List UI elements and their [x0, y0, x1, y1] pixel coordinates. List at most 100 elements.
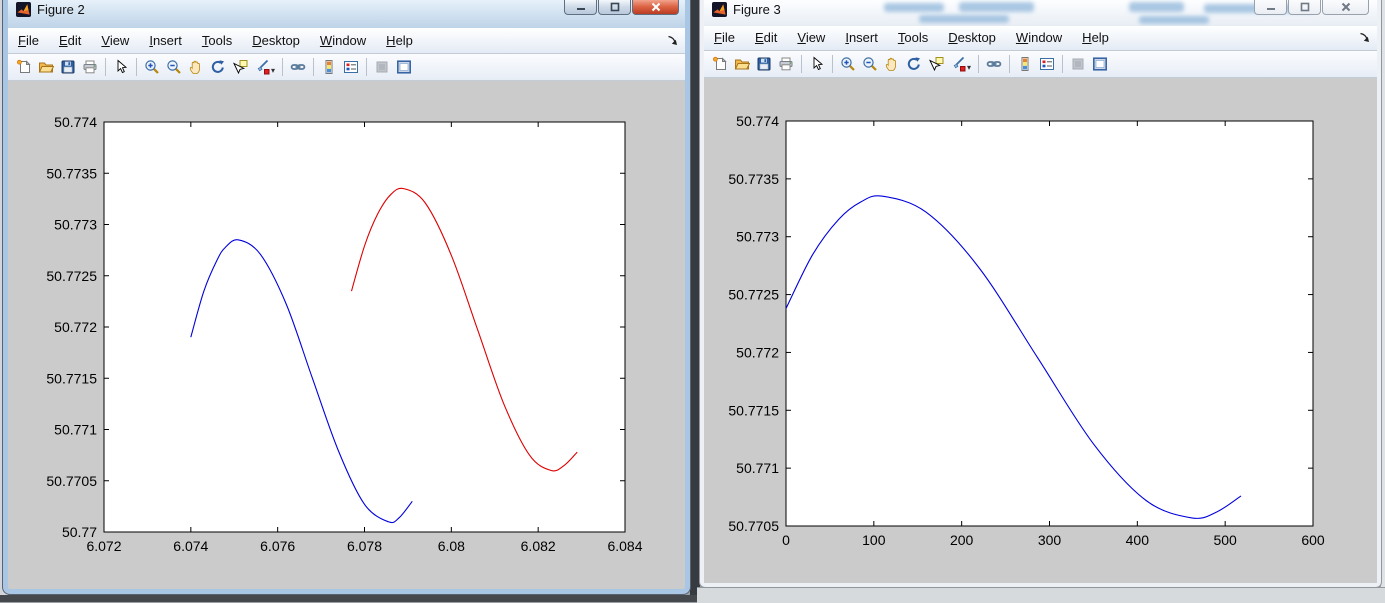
open-file-button[interactable]	[35, 56, 57, 78]
insert-colorbar-icon	[1017, 56, 1033, 72]
open-file-button[interactable]	[731, 53, 753, 75]
zoom-out-button[interactable]	[163, 56, 185, 78]
menu-window[interactable]: Window	[310, 29, 376, 53]
brush-dropdown-caret-icon[interactable]: ▾	[967, 63, 971, 72]
x-tick-label: 6.084	[607, 538, 642, 554]
window-title: Figure 2	[37, 2, 85, 18]
insert-legend-button[interactable]	[340, 56, 362, 78]
show-plot-tools-icon	[396, 59, 412, 75]
show-plot-tools-button[interactable]	[393, 56, 415, 78]
data-cursor-button[interactable]	[229, 56, 251, 78]
minimize-button[interactable]	[1254, 0, 1287, 15]
brush-data-icon	[950, 56, 966, 72]
menu-edit[interactable]: Edit	[745, 26, 787, 50]
insert-colorbar-button[interactable]	[1014, 53, 1036, 75]
zoom-in-button[interactable]	[141, 56, 163, 78]
open-file-icon	[734, 56, 750, 72]
x-tick-label: 200	[950, 532, 974, 548]
insert-colorbar-icon	[321, 59, 337, 75]
y-tick-label: 50.774	[54, 114, 97, 130]
print-figure-button[interactable]	[79, 56, 101, 78]
link-plot-button[interactable]	[983, 53, 1005, 75]
menu-view[interactable]: View	[787, 26, 835, 50]
y-tick-label: 50.7725	[46, 268, 97, 284]
figure2-titlebar[interactable]: Figure 2	[8, 0, 685, 28]
new-figure-button[interactable]	[709, 53, 731, 75]
y-tick-label: 50.7705	[46, 473, 97, 489]
rotate-3d-button[interactable]	[207, 56, 229, 78]
brush-dropdown-caret-icon[interactable]: ▾	[271, 66, 275, 75]
menu-tools[interactable]: Tools	[192, 29, 242, 53]
x-tick-label: 6.074	[173, 538, 208, 554]
pan-button[interactable]	[185, 56, 207, 78]
zoom-in-button[interactable]	[837, 53, 859, 75]
save-figure-button[interactable]	[753, 53, 775, 75]
menu-help[interactable]: Help	[1072, 26, 1119, 50]
new-figure-button[interactable]	[13, 56, 35, 78]
menu-window[interactable]: Window	[1006, 26, 1072, 50]
minimize-button[interactable]	[564, 0, 597, 15]
toolbar-separator	[832, 55, 833, 73]
save-figure-button[interactable]	[57, 56, 79, 78]
y-tick-label: 50.773	[54, 217, 97, 233]
edit-plot-button[interactable]	[806, 53, 828, 75]
glass-reflection	[884, 3, 944, 12]
matlab-logo-icon	[16, 2, 31, 17]
maximize-icon	[1298, 2, 1312, 12]
maximize-button[interactable]	[1288, 0, 1321, 15]
menu-desktop[interactable]: Desktop	[938, 26, 1006, 50]
background-strip-bottom-right	[697, 587, 1385, 603]
data-cursor-button[interactable]	[925, 53, 947, 75]
close-button[interactable]	[1322, 0, 1369, 15]
plot-area[interactable]: 010020030040050060050.770550.77150.77155…	[704, 78, 1377, 583]
menu-file[interactable]: File	[8, 29, 49, 53]
menu-desktop[interactable]: Desktop	[242, 29, 310, 53]
menu-tools[interactable]: Tools	[888, 26, 938, 50]
background-strip-bottom-left	[0, 595, 697, 602]
figure3-window: Figure 3 FileEditViewInsertToolsDesktopW…	[700, 0, 1381, 587]
glass-reflection	[1139, 16, 1209, 24]
background-sliver-right	[1381, 0, 1385, 602]
save-figure-icon	[756, 56, 772, 72]
zoom-out-icon	[166, 59, 182, 75]
desktop-gap-between-windows	[690, 0, 700, 602]
menu-insert[interactable]: Insert	[139, 29, 192, 53]
insert-colorbar-button[interactable]	[318, 56, 340, 78]
toolbar-separator	[978, 55, 979, 73]
zoom-out-button[interactable]	[859, 53, 881, 75]
rotate-3d-icon	[906, 56, 922, 72]
y-tick-label: 50.771	[54, 422, 97, 438]
maximize-icon	[608, 2, 622, 12]
dock-figure-arrow-icon[interactable]	[667, 35, 679, 47]
close-button[interactable]	[632, 0, 679, 15]
show-plot-tools-button[interactable]	[1089, 53, 1111, 75]
plot-box	[786, 121, 1313, 526]
menu-file[interactable]: File	[704, 26, 745, 50]
toolbar-separator	[366, 58, 367, 76]
toolbar-separator	[801, 55, 802, 73]
edit-plot-button[interactable]	[110, 56, 132, 78]
dock-figure-arrow-icon[interactable]	[1359, 32, 1371, 44]
brush-data-button[interactable]	[947, 53, 969, 75]
rotate-3d-button[interactable]	[903, 53, 925, 75]
maximize-button[interactable]	[598, 0, 631, 15]
menu-insert[interactable]: Insert	[835, 26, 888, 50]
brush-data-button[interactable]	[251, 56, 273, 78]
menu-help[interactable]: Help	[376, 29, 423, 53]
pan-icon	[188, 59, 204, 75]
x-tick-label: 0	[782, 532, 790, 548]
link-plot-button[interactable]	[287, 56, 309, 78]
rotate-3d-icon	[210, 59, 226, 75]
y-tick-label: 50.7735	[728, 171, 779, 187]
pan-button[interactable]	[881, 53, 903, 75]
new-figure-icon	[712, 56, 728, 72]
figure3-titlebar[interactable]: Figure 3	[704, 0, 1377, 26]
insert-legend-button[interactable]	[1036, 53, 1058, 75]
print-figure-button[interactable]	[775, 53, 797, 75]
link-plot-icon	[986, 56, 1002, 72]
menu-view[interactable]: View	[91, 29, 139, 53]
menu-edit[interactable]: Edit	[49, 29, 91, 53]
plot-area[interactable]: 6.0726.0746.0766.0786.086.0826.08450.775…	[8, 81, 685, 588]
minimize-icon	[574, 2, 588, 12]
y-tick-label: 50.774	[736, 113, 779, 129]
